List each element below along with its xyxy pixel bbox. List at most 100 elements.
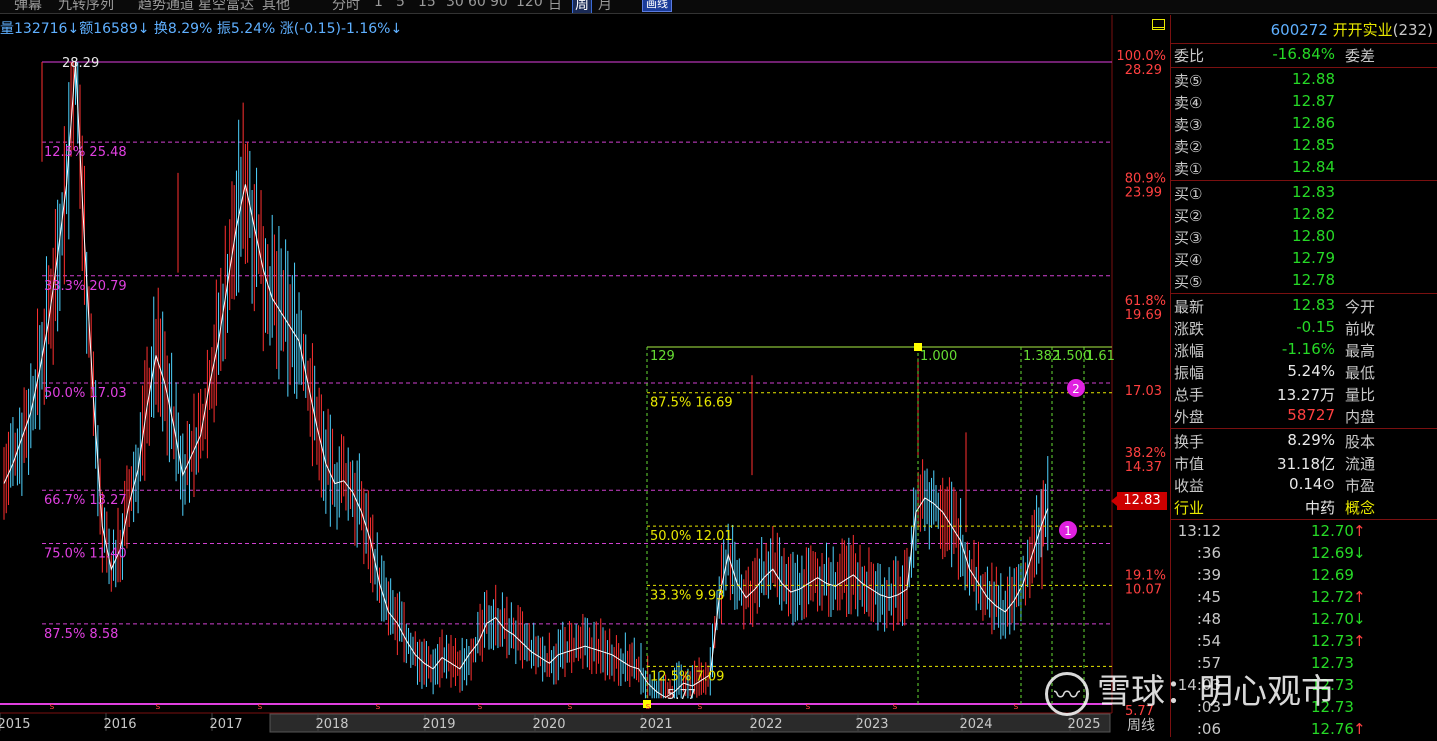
- year-label: 2015: [0, 717, 31, 732]
- row-label: 卖③: [1174, 116, 1203, 134]
- row-value: 0.14⊙: [1289, 475, 1335, 493]
- tick-price: 12.70: [1311, 610, 1354, 628]
- box-fib-label: 33.3% 9.93: [650, 588, 724, 603]
- row-label: 卖④: [1174, 94, 1203, 112]
- year-label: 2017: [209, 717, 242, 732]
- row-label: 涨幅: [1174, 342, 1205, 360]
- row-value: 12.82: [1292, 205, 1335, 223]
- period-label[interactable]: 周线: [1127, 715, 1155, 735]
- year-label: 2025: [1067, 717, 1100, 732]
- row-value: 8.29%: [1287, 431, 1335, 449]
- row-value: 58727: [1287, 406, 1335, 424]
- row-label-2: 前收: [1345, 320, 1376, 338]
- axis-price: 23.99: [1125, 186, 1162, 201]
- row-value: 31.18亿: [1277, 455, 1335, 473]
- fib-label: 66.7% 13.27: [44, 493, 127, 508]
- year-label: 2020: [532, 717, 565, 732]
- tick-time: :54: [1196, 632, 1221, 650]
- axis-percent: 80.9%: [1125, 172, 1166, 187]
- year-label: 2023: [855, 717, 888, 732]
- buy-row: 买④ 12.79: [1171, 248, 1437, 270]
- row-label: 卖⑤: [1174, 72, 1203, 90]
- fib-label: 75.0% 11.40: [44, 547, 127, 562]
- tick-arrow: ↓: [1353, 544, 1366, 562]
- tick-time: :45: [1196, 588, 1221, 606]
- tick-row: :48 12.70 ↓: [1171, 609, 1437, 631]
- signal-mark: s: [646, 702, 651, 712]
- axis-price: 28.29: [1125, 63, 1162, 78]
- stock-code: 600272: [1270, 21, 1333, 39]
- stat-row: 振幅 5.24% 最低: [1171, 361, 1437, 383]
- row-label: 买③: [1174, 229, 1203, 247]
- row-value: -0.15: [1296, 318, 1335, 336]
- row-value: 12.88: [1292, 70, 1335, 88]
- separator: [1171, 428, 1437, 429]
- fib-label: 87.5% 8.58: [44, 627, 118, 642]
- signal-mark: s: [376, 702, 381, 712]
- current-price-badge: 12.83: [1111, 492, 1167, 510]
- separator: [1171, 67, 1437, 68]
- fib-label: 12.5% 25.48: [44, 145, 127, 160]
- tick-price: 12.76: [1311, 720, 1354, 738]
- sell-row: 卖① 12.84: [1171, 157, 1437, 179]
- tick-arrow: ↑: [1353, 522, 1366, 540]
- signal-mark: s: [258, 702, 263, 712]
- stat-row: 涨跌 -0.15 前收: [1171, 317, 1437, 339]
- row-label: 总手: [1174, 386, 1205, 404]
- tick-row: :06 12.76 ↑: [1171, 719, 1437, 741]
- tick-row: :54 12.73 ↑: [1171, 631, 1437, 653]
- stock-count: (232): [1392, 21, 1433, 39]
- row-label: 买①: [1174, 185, 1203, 203]
- stat-row: 收益 0.14⊙ 市盈: [1171, 474, 1437, 496]
- row-label: 买④: [1174, 251, 1203, 269]
- industry-value: 中药: [1304, 499, 1335, 517]
- tick-row: :45 12.72 ↑: [1171, 587, 1437, 609]
- row-label: 卖②: [1174, 138, 1203, 156]
- signal-mark: s: [568, 702, 573, 712]
- year-label: 2016: [103, 717, 136, 732]
- row-label-2: 股本: [1345, 433, 1376, 451]
- row-label: 外盘: [1174, 408, 1205, 426]
- year-label: 2019: [422, 717, 455, 732]
- tick-price: 12.70: [1311, 522, 1354, 540]
- row-label: 委比: [1174, 47, 1205, 65]
- axis-price: 17.03: [1125, 384, 1162, 399]
- row-label-2: 委差: [1345, 47, 1376, 65]
- weibi-row: 委比 -16.84% 委差: [1171, 44, 1437, 66]
- row-label-2: 市盈: [1345, 477, 1376, 495]
- signal-mark: s: [50, 702, 55, 712]
- concept-label: 概念: [1345, 499, 1376, 517]
- xueqiu-watermark: 〰雪球：明心观市: [1045, 664, 1335, 716]
- industry-row: 行业 中药 概念: [1171, 496, 1437, 518]
- row-label: 买②: [1174, 207, 1203, 225]
- axis-percent: 19.1%: [1125, 568, 1166, 583]
- row-value: 12.84: [1292, 158, 1335, 176]
- candlestick-chart[interactable]: 87.5% 16.69 50.0% 12.01 33.3% 9.93 12.5% 7.…: [0, 0, 1170, 737]
- row-label-2: 最低: [1345, 364, 1376, 382]
- stock-name: 开开实业: [1332, 21, 1393, 39]
- sell-row: 卖⑤ 12.88: [1171, 69, 1437, 91]
- tick-arrow: ↑: [1353, 632, 1366, 650]
- stat-row: 换手 8.29% 股本: [1171, 430, 1437, 452]
- tick-arrow: ↑: [1353, 720, 1366, 738]
- row-value: 5.24%: [1287, 362, 1335, 380]
- tick-time: 13:12: [1177, 522, 1221, 540]
- fib-label: 33.3% 20.79: [44, 279, 127, 294]
- signal-mark: s: [478, 702, 483, 712]
- tick-time: :39: [1196, 566, 1221, 584]
- row-label: 涨跌: [1174, 320, 1205, 338]
- row-value: 12.87: [1292, 92, 1335, 110]
- separator: [1171, 293, 1437, 294]
- tick-price: 12.69: [1311, 566, 1354, 584]
- axis-price: 10.07: [1125, 582, 1162, 597]
- axis-percent: 38.2%: [1125, 446, 1166, 461]
- axis-percent: 100.0%: [1116, 49, 1166, 64]
- separator: [1171, 519, 1437, 520]
- axis-price: 19.69: [1125, 308, 1162, 323]
- box-fib-label: 87.5% 16.69: [650, 396, 733, 411]
- stat-row: 最新 12.83 今开: [1171, 295, 1437, 317]
- row-value: 12.85: [1292, 136, 1335, 154]
- sell-row: 卖③ 12.86: [1171, 113, 1437, 135]
- row-label-2: 流通: [1345, 455, 1376, 473]
- signal-mark: s: [806, 702, 811, 712]
